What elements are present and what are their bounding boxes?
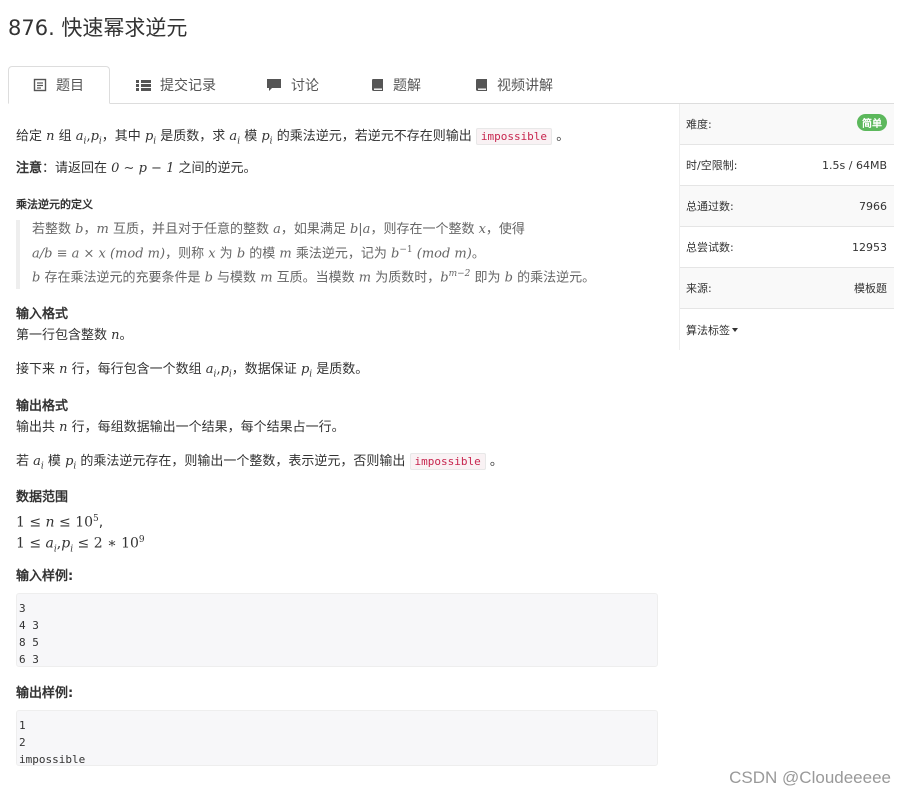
tab-label: 题解: [393, 78, 421, 94]
limit-row: 时/空限制: 1.5s / 64MB: [680, 145, 894, 186]
impossible-code: impossible: [475, 128, 553, 145]
definition-quote: 若整数 b，m 互质，并且对于任意的整数 a，如果满足 b|a，则存在一个整数 …: [16, 220, 636, 289]
source-row: 来源: 模板题: [680, 268, 894, 309]
output-line-2: 若 ai 模 pi 的乘法逆元存在，则输出一个整数，表示逆元，否则输出 impo…: [16, 453, 503, 472]
passed-row: 总通过数: 7966: [680, 186, 894, 227]
page-title: 876. 快速幂求逆元: [8, 16, 188, 40]
sample-output-heading: 输出样例:: [16, 686, 74, 701]
tab-label: 题目: [56, 78, 84, 94]
limit-value: 1.5s / 64MB: [822, 158, 887, 172]
passed-label: 总通过数:: [686, 200, 734, 213]
output-line-1: 输出共 n 行，每组数据输出一个结果，每个结果占一行。: [16, 420, 345, 435]
problem-info-sidebar: 难度: 简单 时/空限制: 1.5s / 64MB 总通过数: 7966 总尝试…: [679, 104, 894, 350]
source-label: 来源:: [686, 282, 712, 295]
difficulty-badge: 简单: [857, 113, 887, 131]
input-line-1: 第一行包含整数 n。: [16, 328, 133, 343]
sample-output-block[interactable]: 1 2 impossible: [16, 710, 658, 766]
algorithm-tags-toggle[interactable]: 算法标签: [680, 309, 894, 350]
tags-label: 算法标签: [686, 323, 730, 337]
sample-input-line: 4 3: [19, 619, 39, 632]
sample-input-heading: 输入样例:: [16, 569, 74, 584]
document-icon: [33, 78, 47, 92]
book-icon: [371, 78, 384, 92]
list-icon: [136, 79, 151, 92]
impossible-code: impossible: [409, 453, 486, 470]
data-range-heading: 数据范围: [16, 490, 69, 505]
sample-output-line: impossible: [19, 753, 86, 766]
sample-input-block[interactable]: 3 4 3 8 5 6 3: [16, 593, 658, 667]
difficulty-label: 难度:: [686, 118, 712, 131]
limit-label: 时/空限制:: [686, 159, 738, 172]
range-line-2: 1 ≤ ai,pi ≤ 2 ∗ 109: [16, 535, 145, 555]
problem-tabs: 题目 提交记录 讨论 题解 视频讲解: [8, 66, 894, 104]
difficulty-row: 难度: 简单: [680, 104, 894, 145]
sample-output-line: 1: [19, 719, 26, 732]
output-format-heading: 输出格式: [16, 399, 69, 414]
sample-input-line: 3: [19, 602, 26, 615]
definition-heading: 乘法逆元的定义: [16, 198, 93, 211]
tab-label: 视频讲解: [497, 78, 553, 94]
tab-solutions[interactable]: 题解: [371, 66, 421, 104]
comment-icon: [266, 78, 282, 92]
tried-label: 总尝试数:: [686, 241, 734, 254]
input-format-heading: 输入格式: [16, 307, 69, 322]
sample-input-line: 6 3: [19, 653, 39, 666]
tab-problem[interactable]: 题目: [8, 66, 110, 104]
tab-label: 提交记录: [160, 78, 216, 94]
passed-value: 7966: [859, 199, 887, 213]
problem-intro: 给定 n 组 ai,pi，其中 pi 是质数，求 ai 模 pi 的乘法逆元，若…: [16, 128, 570, 147]
input-line-2: 接下来 n 行，每行包含一个数组 ai,pi，数据保证 pi 是质数。: [16, 362, 369, 380]
source-value: 模板题: [854, 282, 887, 295]
tried-value: 12953: [852, 240, 887, 254]
tab-discussion[interactable]: 讨论: [266, 66, 319, 104]
tried-row: 总尝试数: 12953: [680, 227, 894, 268]
sample-output-line: 2: [19, 736, 26, 749]
problem-note: 注意：请返回在 0 ∼ p − 1 之间的逆元。: [16, 161, 257, 176]
book-icon: [475, 78, 488, 92]
tab-video[interactable]: 视频讲解: [475, 66, 553, 104]
tab-submissions[interactable]: 提交记录: [136, 66, 216, 104]
tab-label: 讨论: [291, 78, 319, 94]
watermark: CSDN @Cloudeeeee: [729, 768, 891, 787]
caret-down-icon: [732, 327, 738, 332]
sample-input-line: 8 5: [19, 636, 39, 649]
